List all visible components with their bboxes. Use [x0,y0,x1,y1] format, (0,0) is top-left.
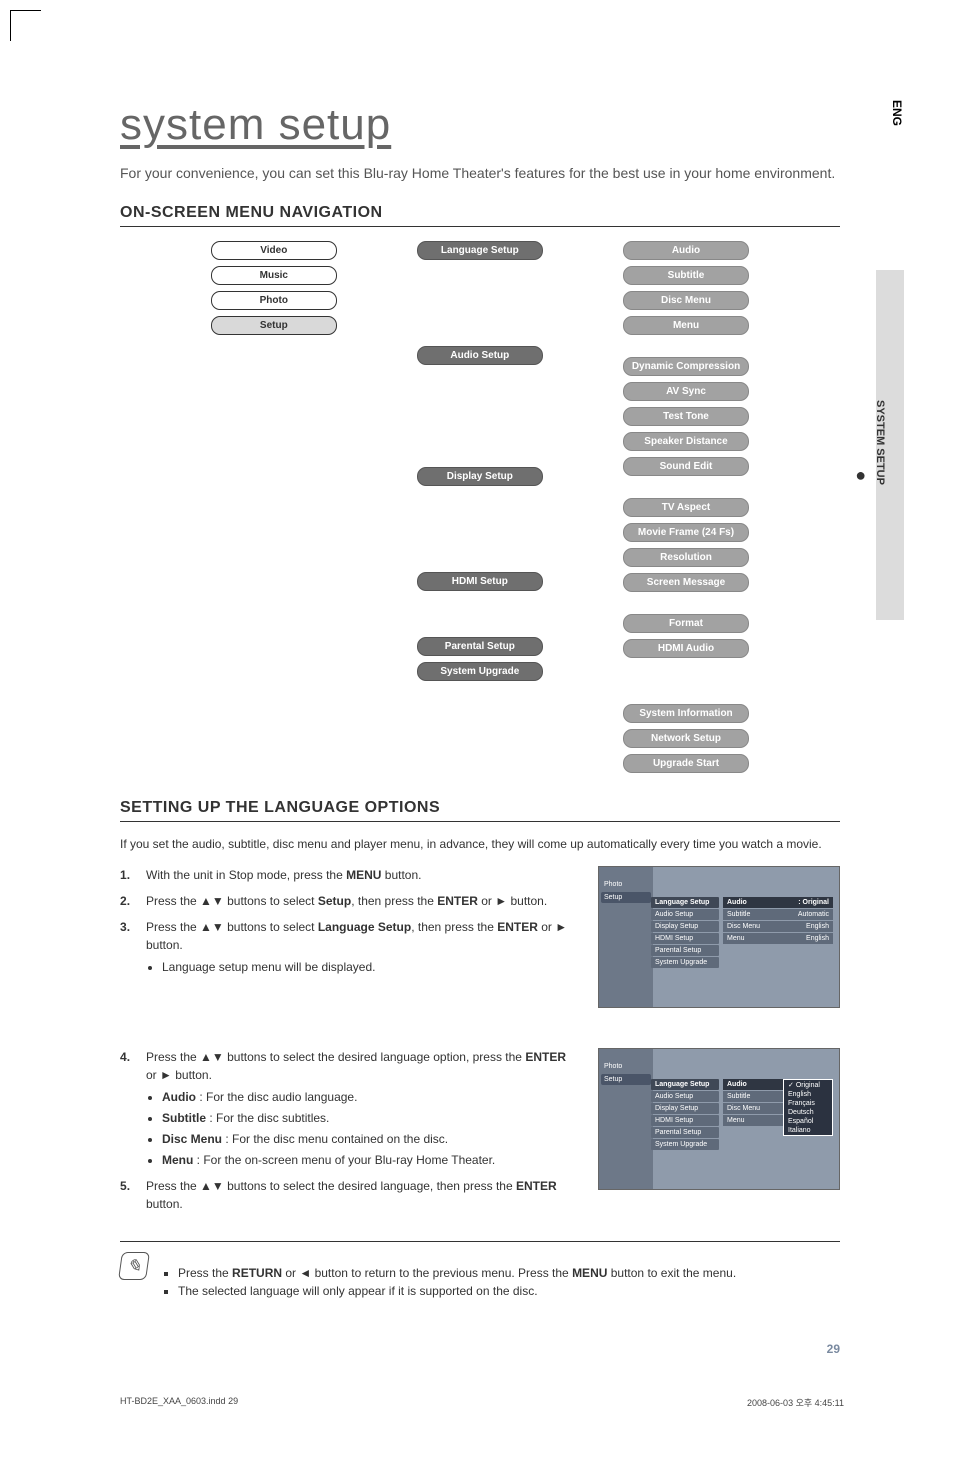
nav-leaf: TV Aspect [623,498,749,517]
nav-leaf: Screen Message [623,573,749,592]
nav-item-audio-setup: Audio Setup [417,346,543,365]
section-heading-nav: ON-SCREEN MENU NAVIGATION [120,204,840,227]
nav-leaf: Sound Edit [623,457,749,476]
screenshot-2: Photo Setup Language Setup Audio Setup D… [598,1048,840,1190]
steps-list-1: With the unit in Stop mode, press the ME… [120,866,578,976]
lang-intro: If you set the audio, subtitle, disc men… [120,836,840,853]
note-list: Press the RETURN or ◄ button to return t… [162,1264,736,1300]
note-1: Press the RETURN or ◄ button to return t… [178,1264,736,1282]
nav-leaf: Movie Frame (24 Fs) [623,523,749,542]
steps-row-2: Press the ▲▼ buttons to select the desir… [120,1048,840,1221]
note-block: ✎ Press the RETURN or ◄ button to return… [120,1241,840,1312]
step-3-sub: Language setup menu will be displayed. [162,958,578,976]
side-bullet: ● [850,465,871,485]
nav-col1: Video Music Photo Setup [211,241,337,773]
nav-item-video: Video [211,241,337,260]
intro-text: For your convenience, you can set this B… [120,164,840,184]
content-area: system setup For your convenience, you c… [60,80,900,1366]
language-dropdown: Original English Français Deutsch Españo… [783,1079,833,1136]
nav-leaf: Menu [623,316,749,335]
nav-item-display-setup: Display Setup [417,467,543,486]
nav-col3: Audio Subtitle Disc Menu Menu Dynamic Co… [623,241,749,773]
section-heading-lang: SETTING UP THE LANGUAGE OPTIONS [120,799,840,822]
nav-leaf: Resolution [623,548,749,567]
step-2: Press the ▲▼ buttons to select Setup, th… [120,892,578,910]
nav-item-parental-setup: Parental Setup [417,637,543,656]
nav-item-language-setup: Language Setup [417,241,543,260]
nav-col2: Language Setup Audio Setup Display Setup… [417,241,543,773]
nav-leaf: AV Sync [623,382,749,401]
step-3: Press the ▲▼ buttons to select Language … [120,918,578,976]
step-4: Press the ▲▼ buttons to select the desir… [120,1048,578,1169]
side-section-label: SYSTEM SETUP [874,400,886,485]
step-5: Press the ▲▼ buttons to select the desir… [120,1177,578,1213]
print-footer: HT-BD2E_XAA_0603.indd 29 2008-06-03 오후 4… [60,1366,904,1419]
page-title: system setup [120,100,840,150]
nav-leaf: Upgrade Start [623,754,749,773]
side-section-wrap: ● SYSTEM SETUP [850,290,898,488]
nav-item-system-upgrade: System Upgrade [417,662,543,681]
steps-list-2: Press the ▲▼ buttons to select the desir… [120,1048,578,1213]
nav-item-setup: Setup [211,316,337,335]
step-1: With the unit in Stop mode, press the ME… [120,866,578,884]
steps-row-1: With the unit in Stop mode, press the ME… [120,866,840,1028]
nav-item-music: Music [211,266,337,285]
nav-leaf: Disc Menu [623,291,749,310]
note-2: The selected language will only appear i… [178,1282,736,1300]
nav-item-hdmi-setup: HDMI Setup [417,572,543,591]
note-icon: ✎ [118,1252,150,1280]
nav-leaf: System Information [623,704,749,723]
page: ENG ● SYSTEM SETUP system setup For your… [0,0,954,1459]
footer-left: HT-BD2E_XAA_0603.indd 29 [120,1396,238,1409]
nav-leaf: Subtitle [623,266,749,285]
side-tab: ENG [890,100,904,126]
nav-leaf: Audio [623,241,749,260]
side-language: ENG [890,100,904,126]
nav-leaf: Test Tone [623,407,749,426]
nav-leaf: Speaker Distance [623,432,749,451]
page-number: 29 [120,1342,840,1356]
nav-leaf: Network Setup [623,729,749,748]
menu-navigation-diagram: Video Music Photo Setup Language Setup A… [120,241,840,773]
screenshot-1: Photo Setup Language Setup Audio Setup D… [598,866,840,1008]
footer-right: 2008-06-03 오후 4:45:11 [747,1396,844,1409]
nav-item-photo: Photo [211,291,337,310]
nav-leaf: Format [623,614,749,633]
nav-leaf: Dynamic Compression [623,357,749,376]
nav-leaf: HDMI Audio [623,639,749,658]
